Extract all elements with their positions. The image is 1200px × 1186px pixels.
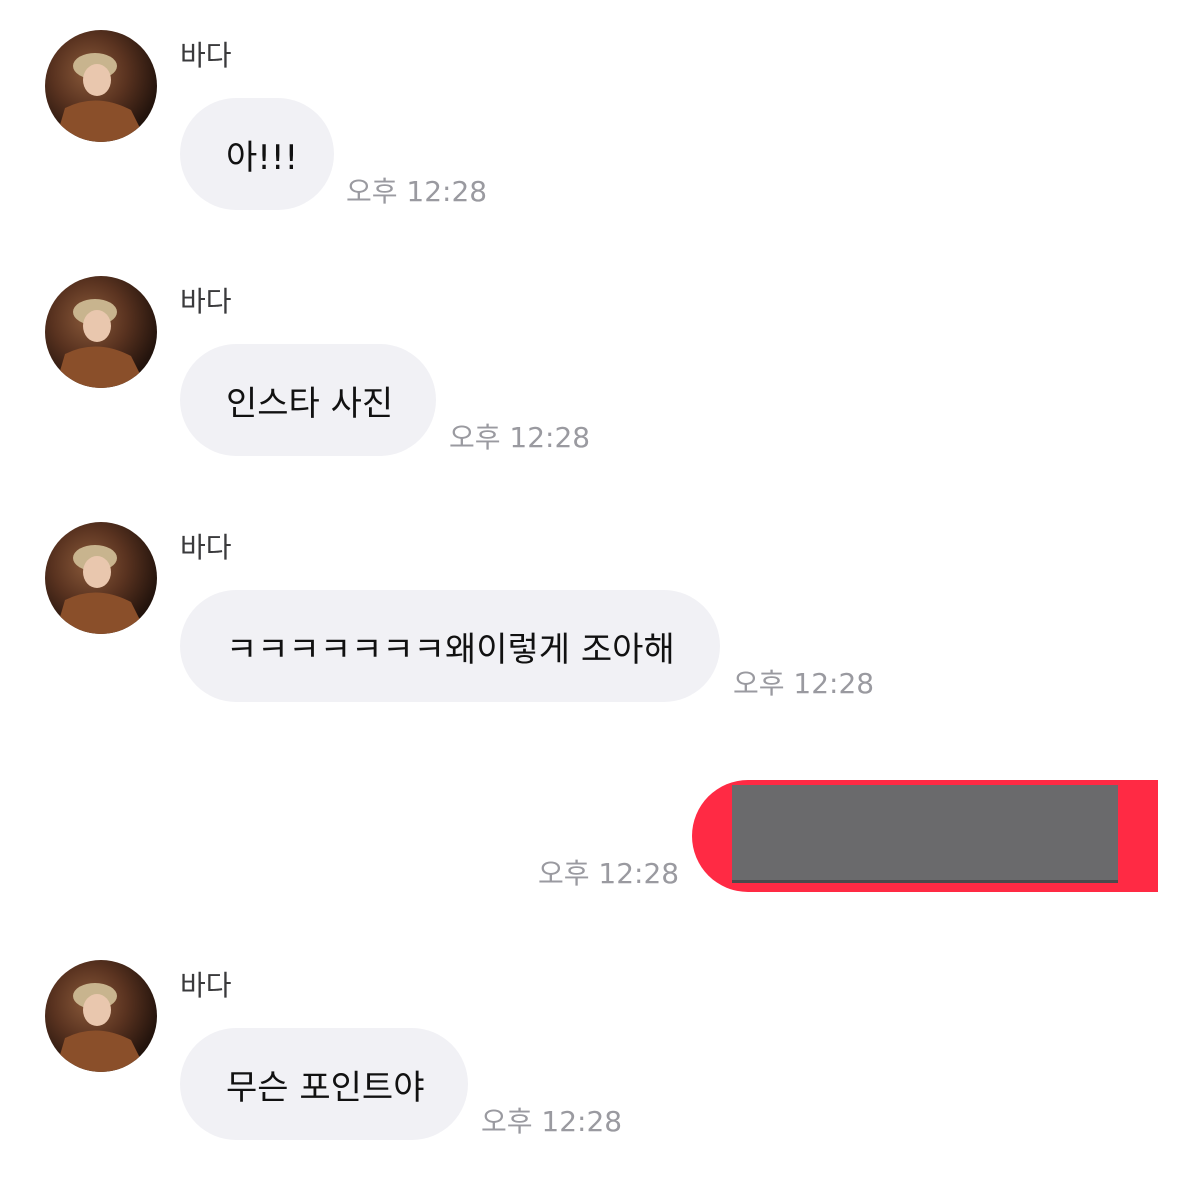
outgoing-message-bubble[interactable] bbox=[692, 780, 1158, 892]
profile-photo-icon bbox=[55, 53, 147, 142]
message-timestamp: 오후 12:28 bbox=[346, 175, 488, 208]
sender-name: 바다 bbox=[180, 531, 232, 564]
message-bubble[interactable]: 아!!! bbox=[180, 98, 334, 210]
redacted-content bbox=[732, 785, 1118, 883]
avatar[interactable] bbox=[45, 30, 157, 142]
avatar[interactable] bbox=[45, 960, 157, 1072]
message-bubble[interactable]: 인스타 사진 bbox=[180, 344, 436, 456]
avatar[interactable] bbox=[45, 522, 157, 634]
sender-name: 바다 bbox=[180, 285, 232, 318]
message-bubble[interactable]: 무슨 포인트야 bbox=[180, 1028, 468, 1140]
message-bubble[interactable]: ㅋㅋㅋㅋㅋㅋㅋ왜이렇게 조아해 bbox=[180, 590, 720, 702]
avatar[interactable] bbox=[45, 276, 157, 388]
profile-photo-icon bbox=[55, 545, 147, 634]
profile-photo-icon bbox=[55, 983, 147, 1072]
profile-photo-icon bbox=[55, 299, 147, 388]
message-timestamp: 오후 12:28 bbox=[538, 857, 680, 890]
sender-name: 바다 bbox=[180, 969, 232, 1002]
message-timestamp: 오후 12:28 bbox=[449, 421, 591, 454]
message-timestamp: 오후 12:28 bbox=[733, 667, 875, 700]
sender-name: 바다 bbox=[180, 39, 232, 72]
message-timestamp: 오후 12:28 bbox=[481, 1105, 623, 1138]
